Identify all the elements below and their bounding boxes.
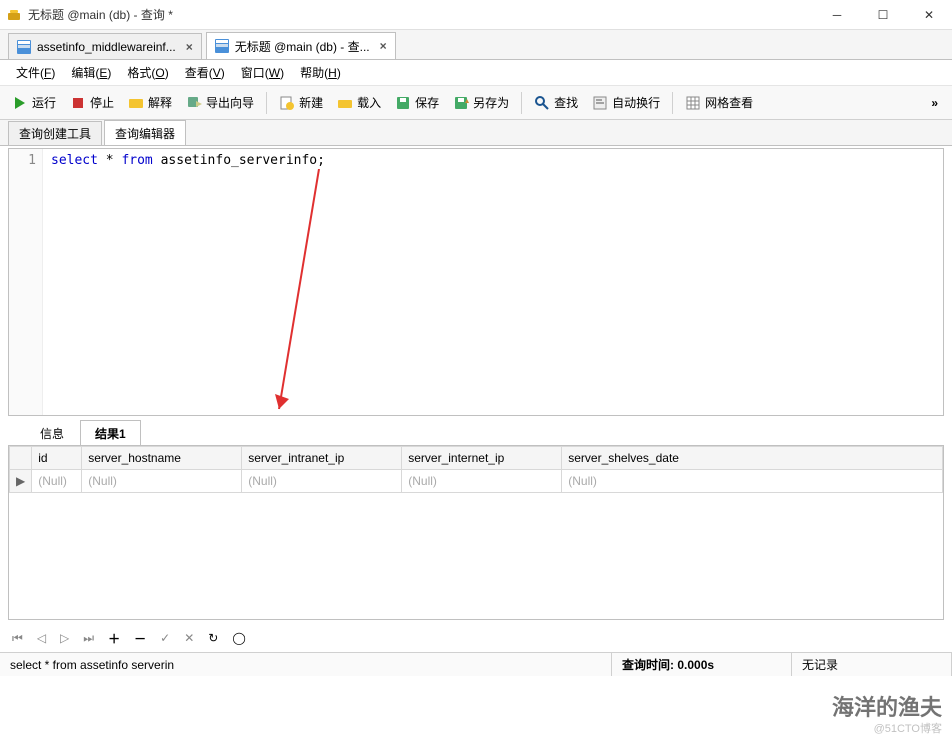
status-sql-text: select * from assetinfo serverin [0, 653, 612, 676]
toolbar-separator [521, 92, 522, 114]
col-id[interactable]: id [32, 447, 82, 470]
col-server-intranet-ip[interactable]: server_intranet_ip [242, 447, 402, 470]
add-record-button[interactable]: ＋ [104, 628, 124, 649]
menu-edit[interactable]: 编辑(E) [63, 60, 119, 85]
next-record-button[interactable]: ▷ [56, 629, 73, 647]
grid-icon [685, 95, 701, 111]
cancel-edit-button[interactable]: ✕ [180, 629, 198, 647]
grid-header-row: id server_hostname server_intranet_ip se… [10, 447, 943, 470]
table-row[interactable]: ▶ (Null) (Null) (Null) (Null) (Null) [10, 470, 943, 493]
last-record-button[interactable]: ⏭ [79, 629, 98, 648]
tab-query-builder[interactable]: 查询创建工具 [8, 121, 102, 145]
confirm-button[interactable]: ✓ [156, 629, 174, 647]
stop-button[interactable]: 停止 [64, 91, 120, 114]
editor-tabbar: 查询创建工具 查询编辑器 [0, 120, 952, 146]
toolbar-separator [672, 92, 673, 114]
close-button[interactable]: ✕ [906, 0, 952, 30]
row-indicator-icon: ▶ [10, 470, 32, 493]
gridview-button[interactable]: 网格查看 [679, 91, 759, 114]
tab-result1[interactable]: 结果1 [80, 420, 141, 445]
play-icon [12, 95, 28, 111]
watermark-source: @51CTO博客 [874, 720, 942, 736]
export-icon [186, 95, 202, 111]
wrap-icon [592, 95, 608, 111]
autowrap-button[interactable]: 自动换行 [586, 91, 666, 114]
menubar: 文件(F) 编辑(E) 格式(O) 查看(V) 窗口(W) 帮助(H) [0, 60, 952, 86]
sql-editor[interactable]: 1 select * from assetinfo_serverinfo; [8, 148, 944, 416]
toolbar-separator [266, 92, 267, 114]
open-icon [337, 95, 353, 111]
line-gutter: 1 [9, 149, 43, 415]
stop-icon [70, 95, 86, 111]
sql-code-area[interactable]: select * from assetinfo_serverinfo; [43, 149, 943, 415]
tab-untitled-query[interactable]: 无标题 @main (db) - 查... × [206, 32, 396, 59]
window-title: 无标题 @main (db) - 查询 * [28, 6, 814, 23]
cell[interactable]: (Null) [562, 470, 943, 493]
menu-window[interactable]: 窗口(W) [233, 60, 292, 85]
menu-file[interactable]: 文件(F) [8, 60, 63, 85]
menu-format[interactable]: 格式(O) [119, 60, 176, 85]
prev-record-button[interactable]: ◁ [33, 629, 50, 647]
tab-close-icon[interactable]: × [186, 40, 193, 54]
tab-label: assetinfo_middlewareinf... [37, 40, 176, 54]
save-as-icon [453, 95, 469, 111]
menu-help[interactable]: 帮助(H) [292, 60, 349, 85]
new-icon [279, 95, 295, 111]
row-marker-header [10, 447, 32, 470]
col-server-shelves-date[interactable]: server_shelves_date [562, 447, 943, 470]
folder-icon [128, 95, 144, 111]
query-icon [215, 39, 229, 53]
cell[interactable]: (Null) [242, 470, 402, 493]
cell[interactable]: (Null) [402, 470, 562, 493]
save-button[interactable]: 保存 [389, 91, 445, 114]
run-button[interactable]: 运行 [6, 91, 62, 114]
statusbar: select * from assetinfo serverin 查询时间: 0… [0, 652, 952, 676]
explain-button[interactable]: 解释 [122, 91, 178, 114]
menu-view[interactable]: 查看(V) [177, 60, 233, 85]
find-button[interactable]: 查找 [528, 91, 584, 114]
cell[interactable]: (Null) [32, 470, 82, 493]
table-icon [17, 40, 31, 54]
status-record-count: 无记录 [792, 653, 952, 676]
app-icon [6, 7, 22, 23]
watermark-text: 海洋的渔夫 [832, 690, 942, 722]
result-grid[interactable]: id server_hostname server_intranet_ip se… [8, 446, 944, 620]
toolbar-overflow-button[interactable]: » [923, 96, 946, 110]
status-query-time: 查询时间: 0.000s [612, 653, 792, 676]
maximize-button[interactable]: ☐ [860, 0, 906, 30]
save-icon [395, 95, 411, 111]
col-server-hostname[interactable]: server_hostname [82, 447, 242, 470]
minimize-button[interactable]: ─ [814, 0, 860, 30]
tab-assetinfo-middleware[interactable]: assetinfo_middlewareinf... × [8, 33, 202, 59]
load-button[interactable]: 载入 [331, 91, 387, 114]
new-button[interactable]: 新建 [273, 91, 329, 114]
window-titlebar: 无标题 @main (db) - 查询 * ─ ☐ ✕ [0, 0, 952, 30]
save-as-button[interactable]: 另存为 [447, 91, 515, 114]
record-nav-toolbar: ⏮ ◁ ▷ ⏭ ＋ － ✓ ✕ ↻ ◯ [8, 624, 944, 652]
document-tabbar: assetinfo_middlewareinf... × 无标题 @main (… [0, 30, 952, 60]
search-icon [534, 95, 550, 111]
col-server-internet-ip[interactable]: server_internet_ip [402, 447, 562, 470]
tab-info[interactable]: 信息 [26, 421, 78, 445]
first-record-button[interactable]: ⏮ [8, 629, 27, 648]
export-wizard-button[interactable]: 导出向导 [180, 91, 260, 114]
toolbar: 运行 停止 解释 导出向导 新建 载入 保存 另存为 查找 自动换行 网格查看 … [0, 86, 952, 120]
tab-label: 无标题 @main (db) - 查... [235, 38, 370, 55]
tab-close-icon[interactable]: × [380, 39, 387, 53]
stop-fetch-button[interactable]: ◯ [228, 629, 249, 647]
tab-query-editor[interactable]: 查询编辑器 [104, 120, 186, 145]
refresh-button[interactable]: ↻ [204, 629, 222, 647]
delete-record-button[interactable]: － [130, 628, 150, 649]
result-tabbar: 信息 结果1 [8, 420, 944, 446]
cell[interactable]: (Null) [82, 470, 242, 493]
